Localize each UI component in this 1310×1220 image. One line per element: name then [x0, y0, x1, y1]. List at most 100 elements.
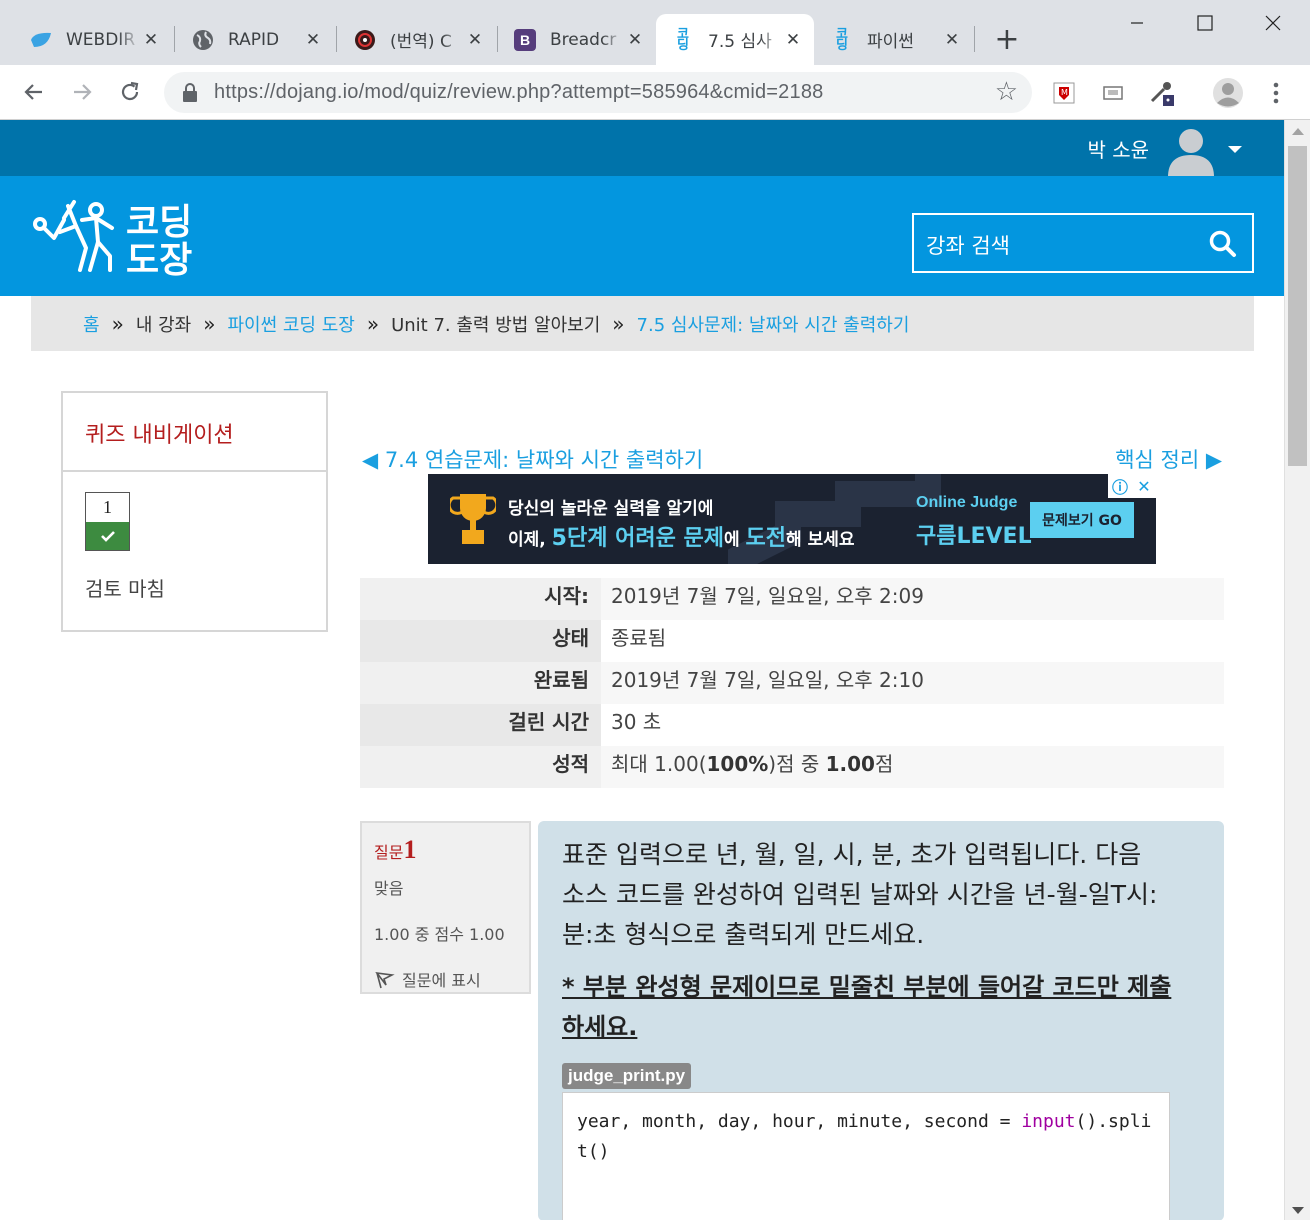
flag-question-button[interactable]: 질문에 표시: [374, 967, 517, 991]
next-activity-link[interactable]: 핵심 정리 ▶: [1115, 444, 1222, 474]
tab-close-icon[interactable]: ✕: [782, 29, 804, 51]
flag-question-label: 질문에 표시: [402, 971, 481, 990]
extension-eyedropper-icon[interactable]: [1148, 79, 1176, 107]
extension-shield-icon[interactable]: M: [1050, 79, 1078, 107]
trophy-icon: [450, 494, 496, 544]
ad-line2-suffix: 해 보세요: [786, 530, 855, 550]
ad-line2-prefix: 이제,: [508, 530, 552, 550]
grade-mid: )점 중: [768, 752, 826, 776]
bootstrap-icon: B: [514, 28, 536, 51]
new-tab-button[interactable]: +: [990, 22, 1024, 57]
address-bar[interactable]: https://dojang.io/mod/quiz/review.php?at…: [164, 72, 1032, 113]
url-text[interactable]: https://dojang.io/mod/quiz/review.php?at…: [214, 81, 823, 104]
lock-icon: [183, 83, 197, 102]
summary-row: 완료됨 2019년 7월 7일, 일요일, 오후 2:10: [360, 662, 1224, 704]
question-text: 표준 입력으로 년, 월, 일, 시, 분, 초가 입력됩니다. 다음 소스 코…: [562, 840, 1158, 949]
breadcrumb-separator: »: [366, 311, 380, 336]
course-search-box[interactable]: 강좌 검색: [912, 213, 1254, 273]
browser-tab-active[interactable]: 코딩 7.5 심사 ✕: [656, 14, 814, 65]
tab-close-icon[interactable]: ✕: [941, 29, 963, 51]
summary-key: 성적: [360, 746, 601, 788]
browser-toolbar: https://dojang.io/mod/quiz/review.php?at…: [0, 65, 1310, 120]
ad-banner[interactable]: 당신의 놀라운 실력을 알기에 이제, 5단계 어려운 문제에 도전해 보세요 …: [428, 474, 1156, 564]
browser-tab-translation[interactable]: (번역) C ✕: [338, 14, 496, 65]
tab-close-icon[interactable]: ✕: [302, 29, 324, 51]
back-arrow-icon: [24, 84, 42, 100]
ad-cta-button[interactable]: 문제보기 GO: [1030, 502, 1134, 538]
grade-pre: 최대 1.00(: [611, 752, 707, 776]
breadcrumb-unit: Unit 7. 출력 방법 알아보기: [391, 314, 601, 336]
summary-value: 2019년 7월 7일, 일요일, 오후 2:09: [611, 584, 924, 608]
question-note: * 부분 완성형 문제이므로 밑줄친 부분에 들어갈 코드만 제출하세요.: [562, 973, 1172, 1041]
ad-line2-highlight2: 도전: [745, 526, 787, 551]
user-bar: 박 소윤: [0, 120, 1284, 177]
tab-close-icon[interactable]: ✕: [624, 29, 646, 51]
summary-key: 시작:: [360, 578, 601, 620]
correct-check-icon: [86, 522, 129, 550]
browser-tab-python[interactable]: 코딩 파이썬 ✕: [815, 14, 973, 65]
reload-icon: [121, 81, 139, 101]
breadcrumb-course[interactable]: 파이썬 코딩 도장: [227, 311, 354, 337]
browser-title-bar: WEBDIR ✕ RAPID ✕ (번역) C ✕ B Breadcr ✕ 코딩…: [0, 0, 1310, 65]
minimize-button[interactable]: [1114, 6, 1160, 40]
browser-menu-icon[interactable]: [1262, 79, 1290, 107]
summary-row-grade: 성적 최대 1.00(100%)점 중 1.00점: [360, 746, 1224, 788]
scrollbar-thumb[interactable]: [1288, 146, 1307, 466]
ad-info-icon[interactable]: ⓘ: [1108, 474, 1132, 498]
browser-tab-webdir[interactable]: WEBDIR ✕: [14, 14, 172, 65]
ad-close-icon[interactable]: ✕: [1132, 474, 1156, 498]
reload-button[interactable]: [112, 74, 148, 110]
profile-avatar-icon[interactable]: [1212, 77, 1244, 109]
browser-tab-rapid[interactable]: RAPID ✕: [176, 14, 334, 65]
question-nav-button-1[interactable]: 1: [85, 492, 130, 551]
flag-icon: [375, 971, 395, 989]
scroll-down-arrow-icon[interactable]: [1292, 1207, 1304, 1214]
back-button[interactable]: [16, 74, 52, 110]
tab-label: RAPID: [228, 29, 280, 50]
forward-button[interactable]: [64, 74, 100, 110]
finish-review-link[interactable]: 검토 마침: [85, 573, 165, 602]
tab-close-icon[interactable]: ✕: [140, 29, 162, 51]
prev-activity-link[interactable]: ◀ 7.4 연습문제: 날짜와 시간 출력하기: [362, 444, 703, 474]
user-menu-caret-icon[interactable]: [1228, 146, 1242, 153]
summary-key: 완료됨: [360, 662, 601, 704]
search-icon[interactable]: [1208, 229, 1238, 259]
breadcrumb-separator: »: [111, 311, 124, 336]
summary-row: 상태 종료됨: [360, 620, 1224, 662]
tab-label: 7.5 심사: [708, 32, 772, 52]
question-number: 질문1: [374, 835, 517, 865]
summary-row: 걸린 시간 30 초: [360, 704, 1224, 746]
user-name[interactable]: 박 소윤: [1087, 134, 1149, 163]
question-label: 질문: [374, 843, 404, 862]
coding-dojang-logo[interactable]: 코딩 도장: [30, 198, 230, 281]
extension-box-icon[interactable]: [1099, 79, 1127, 107]
breadcrumb-separator: »: [612, 311, 625, 336]
ad-choices[interactable]: ⓘ ✕: [1108, 474, 1156, 498]
attempt-summary-table: 시작: 2019년 7월 7일, 일요일, 오후 2:09 상태 종료됨 완료됨…: [360, 578, 1224, 788]
browser-tab-breadcrumb[interactable]: B Breadcr ✕: [498, 14, 656, 65]
tab-label: 파이썬: [867, 32, 914, 52]
breadcrumb-my-courses: 내 강좌: [135, 314, 192, 336]
close-icon: [1265, 15, 1281, 31]
user-avatar-icon[interactable]: [1164, 123, 1218, 177]
vertical-scrollbar[interactable]: [1284, 120, 1310, 1220]
breadcrumb-home[interactable]: 홈: [83, 311, 100, 337]
grade-score: 1.00: [825, 752, 875, 776]
svg-text:M: M: [1061, 88, 1068, 97]
globe-icon: [192, 29, 214, 51]
question-info-box: 질문1 맞음 1.00 중 점수 1.00 질문에 표시: [360, 821, 531, 994]
tab-close-icon[interactable]: ✕: [464, 29, 486, 51]
question-state: 맞음: [374, 879, 404, 898]
leaf-icon: [30, 29, 52, 51]
summary-value: 종료됨: [611, 626, 667, 650]
maximize-button[interactable]: [1182, 6, 1228, 40]
scroll-up-arrow-icon[interactable]: [1292, 128, 1304, 135]
ad-line2: 이제, 5단계 어려운 문제에 도전해 보세요: [508, 520, 855, 552]
close-window-button[interactable]: [1250, 6, 1296, 40]
breadcrumb-current[interactable]: 7.5 심사문제: 날짜와 시간 출력하기: [637, 311, 910, 337]
summary-value: 30 초: [611, 710, 662, 734]
bookmark-star-icon[interactable]: ☆: [995, 77, 1018, 107]
summary-grade-value: 최대 1.00(100%)점 중 1.00점: [601, 746, 1224, 788]
code-keyword: input: [1021, 1111, 1076, 1132]
search-input[interactable]: 강좌 검색: [926, 230, 1010, 260]
